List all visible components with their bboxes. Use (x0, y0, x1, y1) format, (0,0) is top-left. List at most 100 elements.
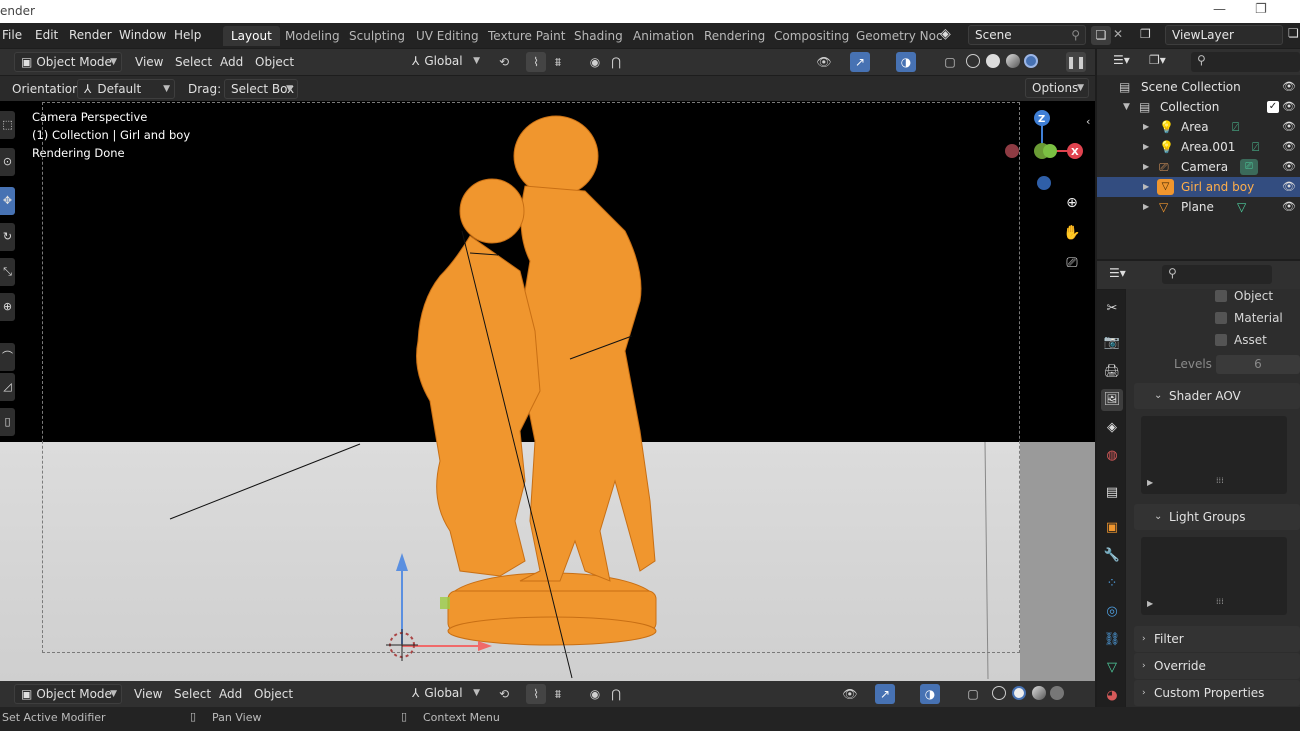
overlay-toggle-icon[interactable]: ◑ (896, 52, 916, 72)
rendered-shading-icon[interactable] (1024, 54, 1038, 68)
eye-icon[interactable]: 👁 (1282, 177, 1296, 197)
light-data-icon[interactable]: ⍁ (1252, 137, 1259, 157)
material-shading-icon[interactable] (1032, 686, 1046, 700)
menu-render[interactable]: Render (69, 28, 112, 42)
object-checkbox[interactable] (1215, 290, 1227, 302)
panel-custom-properties[interactable]: › Custom Properties (1134, 680, 1300, 706)
tab-animation[interactable]: Animation (625, 26, 702, 46)
bottom-mode-selector[interactable]: ▣ Object Mode ▼ (14, 684, 122, 704)
view-layer-tab-icon[interactable]: 🖼 (1101, 389, 1123, 411)
render-tab-icon[interactable]: 📷 (1101, 332, 1123, 354)
gizmo-toggle-icon[interactable]: ↗ (850, 52, 870, 72)
expand-arrow-icon[interactable]: ▶ (1147, 599, 1153, 608)
move-tool-icon[interactable]: ✥ (0, 187, 15, 215)
expand-arrow-icon[interactable]: ▼ (1123, 97, 1130, 117)
material-tab-icon[interactable]: ◕ (1101, 685, 1123, 707)
eye-icon[interactable]: 👁 (1282, 157, 1296, 177)
menu-window[interactable]: Window (119, 28, 166, 42)
scale-tool-icon[interactable]: ⤡ (0, 258, 15, 286)
wireframe-shading-icon[interactable] (992, 686, 1006, 700)
falloff-icon[interactable]: ⋂ (606, 684, 626, 704)
snap-target-icon[interactable]: ⩩ (548, 684, 568, 704)
outliner-item-area-001[interactable]: ▶ 💡 Area.001 ⍁ 👁 (1097, 137, 1300, 157)
select-box-tool-icon[interactable]: ⬚ (0, 111, 15, 139)
bottom-orientation-selector[interactable]: ⅄ Global ▼ (406, 684, 484, 704)
outliner-item-girl-and-boy[interactable]: ▶ ▽ Girl and boy 👁 (1097, 177, 1300, 197)
material-shading-icon[interactable] (1006, 54, 1020, 68)
expand-arrow-icon[interactable]: ▶ (1143, 197, 1149, 217)
delete-scene-icon[interactable]: ✕ (1113, 27, 1123, 41)
asset-checkbox[interactable] (1215, 334, 1227, 346)
material-checkbox[interactable] (1215, 312, 1227, 324)
tab-compositing[interactable]: Compositing (766, 26, 857, 46)
menu-edit[interactable]: Edit (35, 28, 58, 42)
camera-view-icon[interactable]: ⎚ (1062, 255, 1082, 275)
levels-field[interactable]: 6 (1216, 355, 1300, 374)
eye-icon[interactable]: 👁 (1282, 197, 1296, 217)
shader-aov-list[interactable]: ▶ ⁞⁞⁞ (1141, 416, 1287, 494)
bottom-menu-object[interactable]: Object (254, 685, 293, 703)
options-button[interactable]: Options ▼ (1025, 78, 1089, 98)
light-data-icon[interactable]: ⍁ (1232, 117, 1239, 137)
pin-icon[interactable]: ⚲ (1071, 26, 1080, 44)
menu-view[interactable]: View (135, 53, 163, 71)
outliner-scene-collection[interactable]: ▤ Scene Collection 👁 (1097, 77, 1300, 97)
proportional-edit-icon[interactable]: ◉ (585, 52, 605, 72)
minimize-icon[interactable]: — (1213, 2, 1226, 17)
world-tab-icon[interactable]: ◍ (1101, 445, 1123, 467)
scene-tab-icon[interactable]: ◈ (1101, 417, 1123, 439)
modifier-tab-icon[interactable]: 🔧 (1101, 545, 1123, 567)
light-groups-list[interactable]: ▶ ⁞⁞⁞ (1141, 537, 1287, 615)
eye-icon[interactable]: 👁 (1282, 97, 1296, 117)
menu-add[interactable]: Add (220, 53, 243, 71)
expand-arrow-icon[interactable]: ▶ (1143, 137, 1149, 157)
eye-icon[interactable]: 👁 (1282, 77, 1296, 97)
scene-icon[interactable]: ◈ (940, 26, 951, 42)
camera-data-icon[interactable]: ⎚ (1240, 159, 1258, 175)
add-cube-tool-icon[interactable]: ▯ (0, 408, 15, 436)
3d-viewport[interactable]: Camera Perspective (1) Collection | Girl… (0, 101, 1095, 681)
outliner-item-plane[interactable]: ▶ ▽ Plane ▽ 👁 (1097, 197, 1300, 217)
falloff-icon[interactable]: ⋂ (606, 52, 626, 72)
tab-layout[interactable]: Layout (223, 26, 280, 46)
transform-tool-icon[interactable]: ⊕ (0, 293, 15, 321)
properties-search-input[interactable]: ⚲ (1162, 265, 1272, 284)
expand-arrow-icon[interactable]: ▶ (1143, 157, 1149, 177)
panel-shader-aov[interactable]: ⌄ Shader AOV (1134, 383, 1300, 409)
resize-grip-icon[interactable]: ⁞⁞⁞ (1216, 476, 1224, 485)
pivot-point-icon[interactable]: ⟲ (494, 684, 514, 704)
tab-sculpting[interactable]: Sculpting (341, 26, 413, 46)
solid-shading-icon[interactable] (1012, 686, 1026, 700)
mode-selector[interactable]: ▣ Object Mode ▼ (14, 52, 122, 72)
tab-geometry-nodes[interactable]: Geometry Noc (848, 26, 951, 46)
sidebar-toggle-icon[interactable]: ‹ (1086, 115, 1090, 128)
snap-icon[interactable]: ⌇ (526, 684, 546, 704)
panel-filter[interactable]: › Filter (1134, 626, 1300, 652)
physics-tab-icon[interactable]: ◎ (1101, 601, 1123, 623)
bottom-menu-select[interactable]: Select (174, 685, 211, 703)
editor-type-icon[interactable]: ☰▾ (1113, 53, 1130, 67)
scene-selector[interactable]: Scene ⚲ (968, 25, 1086, 45)
cursor-tool-icon[interactable]: ⊙ (0, 148, 15, 176)
tool-tab-icon[interactable]: ✂ (1101, 298, 1123, 320)
bottom-menu-view[interactable]: View (134, 685, 162, 703)
visibility-icon[interactable]: 👁 (814, 52, 834, 72)
navigation-gizmo[interactable]: Z X (1000, 107, 1092, 197)
collection-tab-icon[interactable]: ▤ (1101, 482, 1123, 504)
overlay-toggle-icon[interactable]: ◑ (920, 684, 940, 704)
measure-tool-icon[interactable]: ◿ (0, 373, 15, 401)
xray-icon[interactable]: ▢ (963, 684, 983, 704)
editor-type-icon[interactable]: ☰▾ (1109, 266, 1126, 280)
orientation-dropdown[interactable]: ⅄ Default ▼ (77, 79, 175, 99)
tab-shading[interactable]: Shading (566, 26, 631, 46)
data-tab-icon[interactable]: ▽ (1101, 657, 1123, 679)
output-tab-icon[interactable]: 🖨 (1101, 361, 1123, 383)
view-layer-icon[interactable]: ❐ (1140, 27, 1151, 41)
mesh-data-icon[interactable]: ▽ (1237, 197, 1246, 217)
rotate-tool-icon[interactable]: ↻ (0, 223, 15, 251)
menu-help[interactable]: Help (174, 28, 201, 42)
menu-select[interactable]: Select (175, 53, 212, 71)
annotate-tool-icon[interactable]: ⌒ (0, 343, 15, 371)
snap-target-icon[interactable]: ⩩ (548, 52, 568, 72)
proportional-edit-icon[interactable]: ◉ (585, 684, 605, 704)
